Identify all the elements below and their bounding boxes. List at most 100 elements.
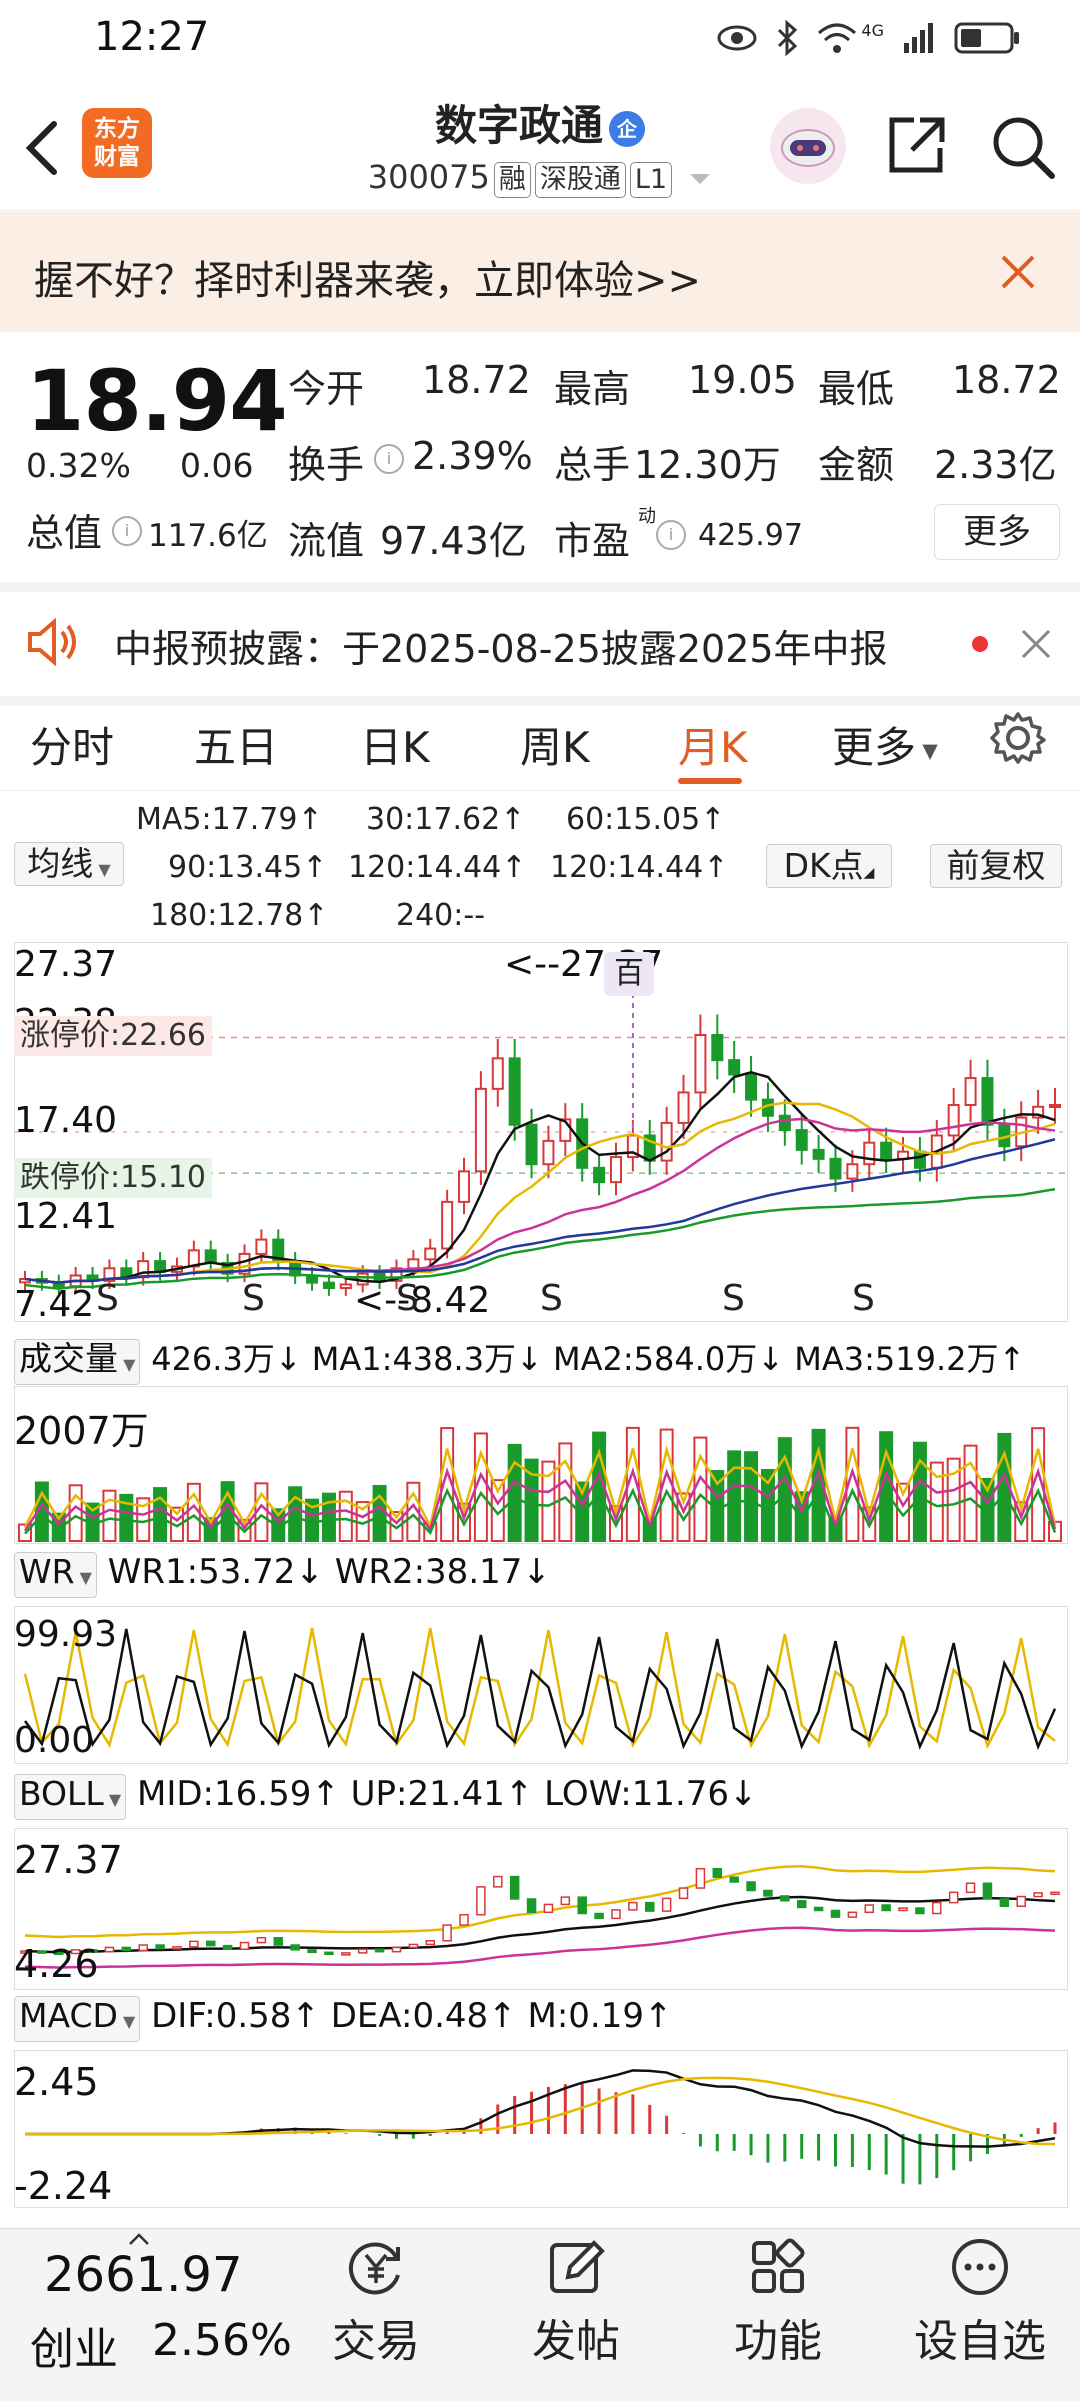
dk-point-button[interactable]: DK点◢: [766, 844, 892, 888]
boll-values: MID:16.59↑ UP:21.41↑ LOW:11.76↓: [137, 1774, 758, 1814]
promo-banner[interactable]: 握不好？择时利器来袭，立即体验>>: [0, 212, 1080, 332]
boll-selector[interactable]: BOLL ▼: [14, 1774, 127, 1820]
boll-candle: [611, 1909, 621, 1920]
close-icon[interactable]: [1020, 628, 1052, 660]
stock-name: 数字政通: [434, 101, 603, 150]
boll-chart[interactable]: [14, 1828, 1068, 1990]
info-icon[interactable]: i: [656, 520, 686, 550]
tab-more[interactable]: 更多 ▼: [832, 714, 938, 775]
candle-body: [846, 1163, 859, 1180]
boll-candle: [780, 1895, 790, 1902]
tab-monthly-k[interactable]: 月K: [678, 714, 748, 775]
corner-triangle-icon: ◢: [863, 865, 875, 881]
boll-candle: [847, 1911, 858, 1918]
candle-body: [491, 1057, 504, 1090]
tab-daily-k[interactable]: 日K: [360, 714, 430, 775]
nav-functions[interactable]: 功能: [718, 2235, 838, 2369]
s-marker[interactable]: S: [242, 1278, 265, 1319]
index-ticker[interactable]: 2661.97 创业 2.56%: [0, 2229, 300, 2401]
boll-candle: [932, 1901, 942, 1915]
boll-svg: [20, 1865, 1060, 1969]
boll-candle: [324, 1951, 334, 1956]
nav-add-watchlist[interactable]: 设自选: [910, 2235, 1050, 2369]
wr-selector[interactable]: WR ▼: [14, 1552, 97, 1598]
boll-candle: [374, 1948, 385, 1953]
info-icon[interactable]: i: [112, 516, 142, 546]
change-percent: 0.32%: [26, 446, 131, 485]
s-marker[interactable]: S: [722, 1278, 745, 1319]
close-icon[interactable]: [1000, 254, 1036, 290]
boll-candle: [712, 1867, 723, 1878]
macd-chart[interactable]: [14, 2050, 1068, 2208]
search-icon[interactable]: [990, 114, 1056, 180]
volume-legend: 成交量 ▼ 426.3万↓ MA1:438.3万↓ MA2:584.0万↓ MA…: [14, 1334, 1025, 1385]
candle-body: [913, 1150, 926, 1169]
boll-candle: [509, 1875, 520, 1900]
boll-candle: [560, 1896, 571, 1906]
boll-candle: [881, 1904, 891, 1912]
boll-candle: [695, 1867, 706, 1889]
s-marker[interactable]: S: [852, 1278, 875, 1319]
boll-candle: [645, 1901, 655, 1912]
s-marker[interactable]: S: [396, 1278, 419, 1319]
candle-body: [711, 1034, 724, 1062]
wr-svg: [23, 1627, 1057, 1751]
nav-post[interactable]: 发帖: [516, 2235, 636, 2369]
s-marker[interactable]: S: [96, 1278, 119, 1319]
boll-candle: [307, 1949, 317, 1954]
tab-five-day[interactable]: 五日: [194, 714, 278, 775]
float-label: 流值: [288, 519, 365, 563]
share-icon[interactable]: [884, 114, 948, 178]
volume-bar: [102, 1489, 117, 1543]
volume-selector[interactable]: 成交量 ▼: [14, 1339, 141, 1385]
kline-chart[interactable]: [14, 942, 1068, 1322]
macd-selector[interactable]: MACD ▼: [14, 1996, 141, 2042]
boll-candle: [661, 1897, 672, 1912]
low-value: 18.72: [952, 358, 1061, 402]
boll-candle: [290, 1944, 300, 1951]
boll-candle: [1050, 1891, 1060, 1896]
robot-avatar-icon[interactable]: [768, 106, 848, 186]
ma-selector[interactable]: 均线 ▼: [14, 842, 124, 886]
tab-intraday[interactable]: 分时: [30, 714, 114, 775]
info-icon[interactable]: i: [374, 444, 404, 474]
volume-bar: [68, 1484, 83, 1542]
macd-max-label: 2.45: [14, 2060, 99, 2104]
boll-candle: [1016, 1895, 1026, 1907]
boll-candle: [189, 1940, 199, 1948]
float-value: 97.43亿: [380, 519, 527, 563]
wr-chart[interactable]: [14, 1606, 1068, 1764]
status-time: 12:27: [94, 14, 210, 60]
nav-trade[interactable]: 交易: [316, 2235, 436, 2369]
candle-body: [508, 1057, 521, 1126]
dropdown-icon[interactable]: [688, 171, 712, 187]
candle-body: [339, 1283, 352, 1290]
candle-body: [728, 1059, 741, 1076]
wr-min-label: 0.00: [14, 1720, 95, 1761]
boll-candle: [476, 1886, 486, 1916]
settings-gear-icon[interactable]: [990, 710, 1046, 766]
boll-candle: [746, 1881, 756, 1892]
tab-weekly-k[interactable]: 周K: [520, 714, 590, 775]
macd-legend: MACD ▼ DIF:0.58↑ DEA:0.48↑ M:0.19↑: [14, 1996, 672, 2042]
dk-point-label: DK点: [783, 846, 864, 885]
boll-candle: [729, 1876, 739, 1883]
boll-candle: [543, 1903, 554, 1914]
open-value: 18.72: [422, 358, 531, 402]
event-marker[interactable]: 百: [604, 952, 654, 996]
more-button[interactable]: 更多: [934, 504, 1060, 560]
boll-candle: [1033, 1892, 1043, 1898]
ma5-value: MA5:17.79↑: [136, 802, 323, 837]
adjust-button[interactable]: 前复权: [930, 844, 1062, 888]
volume-bar: [777, 1437, 792, 1543]
boll-candle: [222, 1944, 233, 1951]
volume-chart[interactable]: [14, 1386, 1068, 1544]
s-marker[interactable]: S: [540, 1278, 563, 1319]
boll-candle: [391, 1946, 402, 1953]
notice-bar[interactable]: 中报预披露：于2025-08-25披露2025年中报: [0, 582, 1080, 706]
boll-candle: [577, 1896, 587, 1915]
corp-badge: 企: [609, 110, 645, 147]
y-label-min: 7.42: [14, 1284, 95, 1325]
volume-selector-label: 成交量: [19, 1339, 118, 1378]
tag-level: L1: [629, 162, 673, 198]
